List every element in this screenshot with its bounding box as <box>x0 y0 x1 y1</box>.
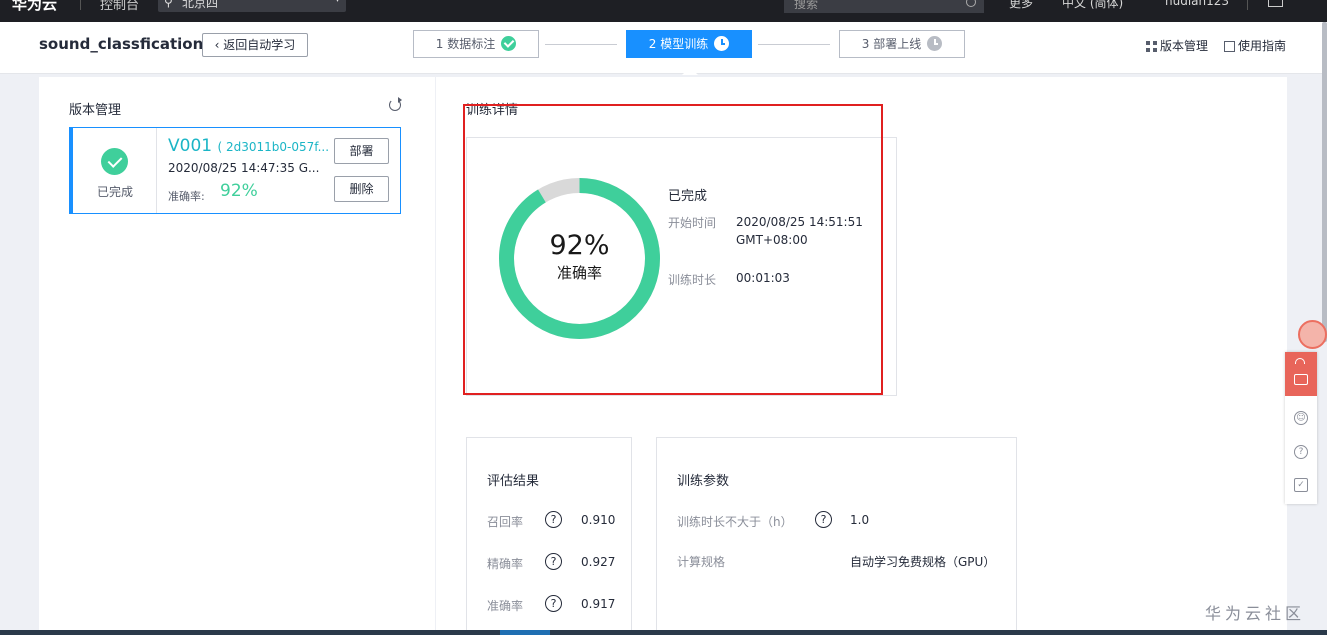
top-nav-bar: 华为云 控制台 ⚲ 北京四 ▾ 搜索 更多 中文 (简体) hudian123 <box>0 0 1327 22</box>
step-data-labeling[interactable]: 1 数据标注 <box>413 30 539 58</box>
eval-row-precision: 精确率 ? 0.927 <box>487 553 627 573</box>
check-circle-icon <box>501 36 517 51</box>
step-label: 2 模型训练 <box>648 37 709 51</box>
search-placeholder: 搜索 <box>794 0 819 11</box>
version-manage-link[interactable]: 版本管理 <box>1146 37 1208 54</box>
param-label-compute-spec: 计算规格 <box>677 555 726 569</box>
version-panel: 版本管理 已完成 V001 ( 2d3011b0-057f... 2020/08… <box>39 77 435 635</box>
chevron-down-icon: ▾ <box>335 0 340 5</box>
version-status-label: 已完成 <box>96 185 133 199</box>
grid-icon <box>1146 41 1157 52</box>
params-title: 训练参数 <box>677 474 730 489</box>
user-guide-link[interactable]: 使用指南 <box>1224 37 1286 54</box>
page-scrollbar[interactable] <box>1322 22 1327 342</box>
survey-icon[interactable]: ✓ <box>1294 478 1308 492</box>
back-to-autolearn-button[interactable]: ‹ 返回自动学习 <box>202 33 308 57</box>
evaluation-card: 评估结果 召回率 ? 0.910 精确率 ? 0.927 准确率 ? 0.917 <box>466 437 632 635</box>
help-icon[interactable]: ? <box>815 511 832 528</box>
floating-toolbar: ☺ ? ✓ <box>1285 352 1317 504</box>
param-value-compute-spec: 自动学习免费规格（GPU） <box>850 555 996 569</box>
help-icon[interactable]: ? <box>1294 445 1308 459</box>
chevron-left-icon: ‹ <box>214 38 224 52</box>
version-number: V001 <box>168 136 213 156</box>
version-card[interactable]: 已完成 V001 ( 2d3011b0-057f... 2020/08/25 1… <box>69 127 401 214</box>
step-connector <box>545 44 617 45</box>
region-selector[interactable]: ⚲ 北京四 ▾ <box>158 0 346 12</box>
eval-label: 准确率 <box>487 599 524 613</box>
divider <box>80 0 81 10</box>
help-icon[interactable]: ? <box>545 553 562 570</box>
deploy-button[interactable]: 部署 <box>334 138 389 164</box>
more-menu[interactable]: 更多 <box>1009 0 1033 11</box>
language-selector[interactable]: 中文 (简体) <box>1062 0 1123 11</box>
eval-value: 0.927 <box>581 555 616 569</box>
step-deploy[interactable]: 3 部署上线 <box>839 30 965 58</box>
search-icon[interactable] <box>966 0 976 7</box>
version-name: V001 ( 2d3011b0-057f... <box>168 136 329 156</box>
watermark: 华为云社区 <box>1205 604 1306 623</box>
search-input[interactable]: 搜索 <box>784 0 984 13</box>
evaluation-title: 评估结果 <box>487 474 540 489</box>
feedback-face-icon[interactable]: ☺ <box>1294 411 1308 425</box>
clock-icon <box>927 36 943 51</box>
assistant-avatar-icon[interactable] <box>1298 320 1327 349</box>
version-time: 2020/08/25 14:47:35 G... <box>168 161 320 175</box>
help-icon[interactable]: ? <box>545 511 562 528</box>
region-name: 北京四 <box>182 0 219 10</box>
eval-value: 0.910 <box>581 513 616 527</box>
page-header: sound_classfication ‹ 返回自动学习 1 数据标注 2 模型… <box>0 22 1327 75</box>
help-icon[interactable]: ? <box>545 595 562 612</box>
messages-icon[interactable] <box>1268 0 1283 7</box>
eval-row-recall: 召回率 ? 0.910 <box>487 511 627 531</box>
step-label: 1 数据标注 <box>435 37 496 51</box>
delete-button[interactable]: 删除 <box>334 176 389 202</box>
training-panel: 训练详情 92% 准确率 已完成 开始时间 2020/08/25 14:51:5… <box>436 77 1287 635</box>
console-link[interactable]: 控制台 <box>100 0 139 13</box>
user-guide-label: 使用指南 <box>1238 39 1287 53</box>
brand-logo[interactable]: 华为云 <box>12 0 57 14</box>
chat-icon <box>1294 374 1308 385</box>
project-title: sound_classfication <box>39 35 204 53</box>
version-panel-title: 版本管理 <box>69 103 122 118</box>
training-params-card: 训练参数 训练时长不大于（h） ? 1.0 计算规格 自动学习免费规格（GPU） <box>656 437 1017 635</box>
eval-row-accuracy: 准确率 ? 0.917 <box>487 595 627 615</box>
step-model-training[interactable]: 2 模型训练 <box>626 30 752 58</box>
taskbar-strip <box>0 630 1327 635</box>
collapse-icon <box>1295 358 1305 364</box>
check-circle-icon <box>101 148 128 175</box>
divider <box>1247 0 1248 10</box>
location-pin-icon: ⚲ <box>164 0 173 9</box>
eval-label: 精确率 <box>487 557 524 571</box>
back-button-label: 返回自动学习 <box>223 38 296 52</box>
active-step-caret <box>682 67 698 75</box>
step-connector <box>758 44 830 45</box>
version-manage-label: 版本管理 <box>1160 39 1209 53</box>
user-menu[interactable]: hudian123 <box>1165 0 1229 8</box>
version-status: 已完成 <box>73 128 157 213</box>
eval-label: 召回率 <box>487 515 524 529</box>
version-id: ( 2d3011b0-057f... <box>217 140 330 154</box>
edit-icon <box>1224 41 1235 52</box>
eval-value: 0.917 <box>581 597 616 611</box>
refresh-icon[interactable] <box>389 97 402 111</box>
step-label: 3 部署上线 <box>861 37 922 51</box>
param-value-max-duration: 1.0 <box>850 513 870 527</box>
version-accuracy: 92% <box>220 181 258 201</box>
version-accuracy-label: 准确率: <box>168 190 205 203</box>
clock-icon <box>714 36 730 51</box>
highlight-annotation-box <box>463 104 883 395</box>
param-label-max-duration: 训练时长不大于（h） <box>677 515 793 529</box>
taskbar-highlight <box>500 630 550 635</box>
chat-support-button[interactable] <box>1285 352 1317 396</box>
